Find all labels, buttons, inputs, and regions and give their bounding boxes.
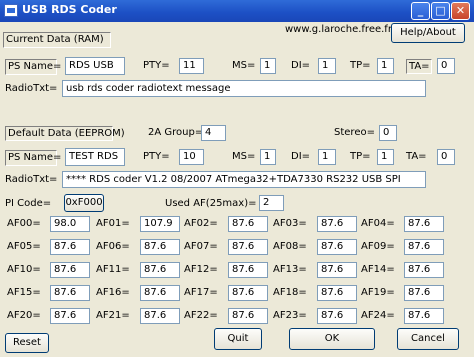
- af-field[interactable]: 87.6: [228, 285, 268, 301]
- af-label: AF00=: [7, 218, 41, 229]
- default-tp-field[interactable]: 1: [377, 149, 394, 165]
- af-field[interactable]: 87.6: [50, 308, 90, 324]
- current-ta-field[interactable]: 0: [437, 58, 455, 74]
- af-label: AF20=: [7, 310, 41, 321]
- pi-code-button[interactable]: 0xF000: [64, 194, 104, 212]
- reset-button[interactable]: Reset: [5, 333, 49, 353]
- af-label: AF14=: [361, 264, 395, 275]
- af-field[interactable]: 98.0: [50, 216, 90, 232]
- af-field[interactable]: 87.6: [317, 262, 357, 278]
- default-stereo-field[interactable]: 0: [379, 125, 397, 141]
- af-label: AF17=: [184, 287, 218, 298]
- af-label: AF19=: [361, 287, 395, 298]
- default-group-field[interactable]: 4: [201, 125, 226, 141]
- website-url: www.g.laroche.free.fr: [285, 24, 392, 35]
- default-ps-name-field[interactable]: TEST RDS: [65, 148, 125, 166]
- af-label: AF15=: [7, 287, 41, 298]
- pty-label: PTY=: [143, 151, 170, 162]
- af-field[interactable]: 87.6: [404, 285, 444, 301]
- current-ps-name-field[interactable]: RDS USB: [65, 57, 125, 75]
- default-radiotxt-field[interactable]: **** RDS coder V1.2 08/2007 ATmega32+TDA…: [62, 171, 426, 188]
- default-ta-field[interactable]: 0: [437, 149, 455, 165]
- current-ms-field[interactable]: 1: [260, 58, 276, 74]
- default-pty-field[interactable]: 10: [179, 149, 204, 165]
- used-af-field[interactable]: 2: [259, 195, 284, 211]
- default-di-field[interactable]: 1: [318, 149, 336, 165]
- di-label: DI=: [291, 151, 311, 162]
- af-field[interactable]: 87.6: [228, 262, 268, 278]
- cancel-button[interactable]: Cancel: [397, 328, 459, 350]
- af-field[interactable]: 107.9: [140, 216, 180, 232]
- af-field[interactable]: 87.6: [228, 216, 268, 232]
- af-label: AF18=: [273, 287, 307, 298]
- current-di-field[interactable]: 1: [318, 58, 336, 74]
- af-field[interactable]: 87.6: [228, 239, 268, 255]
- group-label: 2A Group=: [148, 127, 204, 138]
- af-field[interactable]: 87.6: [140, 239, 180, 255]
- af-field[interactable]: 87.6: [404, 308, 444, 324]
- af-field[interactable]: 87.6: [50, 285, 90, 301]
- pty-label: PTY=: [143, 60, 170, 71]
- af-label: AF01=: [96, 218, 130, 229]
- quit-button[interactable]: Quit: [214, 328, 262, 350]
- af-field[interactable]: 87.6: [140, 308, 180, 324]
- af-label: AF22=: [184, 310, 218, 321]
- ps-name-label: PS Name=: [5, 59, 61, 75]
- af-label: AF13=: [273, 264, 307, 275]
- af-field[interactable]: 87.6: [228, 308, 268, 324]
- af-field[interactable]: 87.6: [317, 216, 357, 232]
- maximize-button[interactable]: □: [431, 2, 450, 20]
- af-label: AF02=: [184, 218, 218, 229]
- af-label: AF24=: [361, 310, 395, 321]
- af-field[interactable]: 87.6: [404, 239, 444, 255]
- af-label: AF06=: [96, 241, 130, 252]
- af-field[interactable]: 87.6: [50, 239, 90, 255]
- af-field[interactable]: 87.6: [50, 262, 90, 278]
- af-field[interactable]: 87.6: [404, 262, 444, 278]
- af-label: AF10=: [7, 264, 41, 275]
- af-label: AF23=: [273, 310, 307, 321]
- ms-label: MS=: [232, 60, 256, 71]
- current-data-label: Current Data (RAM): [3, 32, 111, 48]
- ta-label: TA=: [406, 59, 432, 74]
- stereo-label: Stereo=: [334, 127, 375, 138]
- af-field[interactable]: 87.6: [140, 285, 180, 301]
- current-tp-field[interactable]: 1: [377, 58, 394, 74]
- af-label: AF12=: [184, 264, 218, 275]
- af-field[interactable]: 87.6: [317, 239, 357, 255]
- current-radiotxt-field[interactable]: usb rds coder radiotext message: [62, 80, 426, 97]
- ta-label: TA=: [406, 151, 427, 162]
- ok-button[interactable]: OK: [289, 328, 375, 350]
- di-label: DI=: [291, 60, 311, 71]
- radiotxt-label: RadioTxt=: [5, 83, 58, 94]
- af-field[interactable]: 87.6: [140, 262, 180, 278]
- app-icon: [4, 4, 18, 17]
- help-about-button[interactable]: Help/About: [391, 23, 465, 43]
- default-ms-field[interactable]: 1: [260, 149, 276, 165]
- af-label: AF16=: [96, 287, 130, 298]
- af-label: AF08=: [273, 241, 307, 252]
- af-label: AF21=: [96, 310, 130, 321]
- af-field[interactable]: 87.6: [317, 308, 357, 324]
- minimize-button[interactable]: _: [411, 2, 430, 20]
- radiotxt-label: RadioTxt=: [5, 174, 58, 185]
- window-title: USB RDS Coder: [22, 3, 117, 16]
- ps-name-label: PS Name=: [5, 150, 61, 166]
- tp-label: TP=: [350, 151, 371, 162]
- default-data-label: Default Data (EEPROM): [5, 126, 125, 141]
- pi-code-label: PI Code=: [5, 198, 52, 209]
- af-field[interactable]: 87.6: [404, 216, 444, 232]
- af-label: AF04=: [361, 218, 395, 229]
- af-label: AF03=: [273, 218, 307, 229]
- af-label: AF05=: [7, 241, 41, 252]
- close-button[interactable]: ✕: [451, 2, 470, 20]
- af-label: AF11=: [96, 264, 130, 275]
- used-af-label: Used AF(25max)=: [165, 198, 257, 209]
- current-pty-field[interactable]: 11: [179, 58, 204, 74]
- af-field[interactable]: 87.6: [317, 285, 357, 301]
- af-label: AF07=: [184, 241, 218, 252]
- ms-label: MS=: [232, 151, 256, 162]
- af-label: AF09=: [361, 241, 395, 252]
- tp-label: TP=: [350, 60, 371, 71]
